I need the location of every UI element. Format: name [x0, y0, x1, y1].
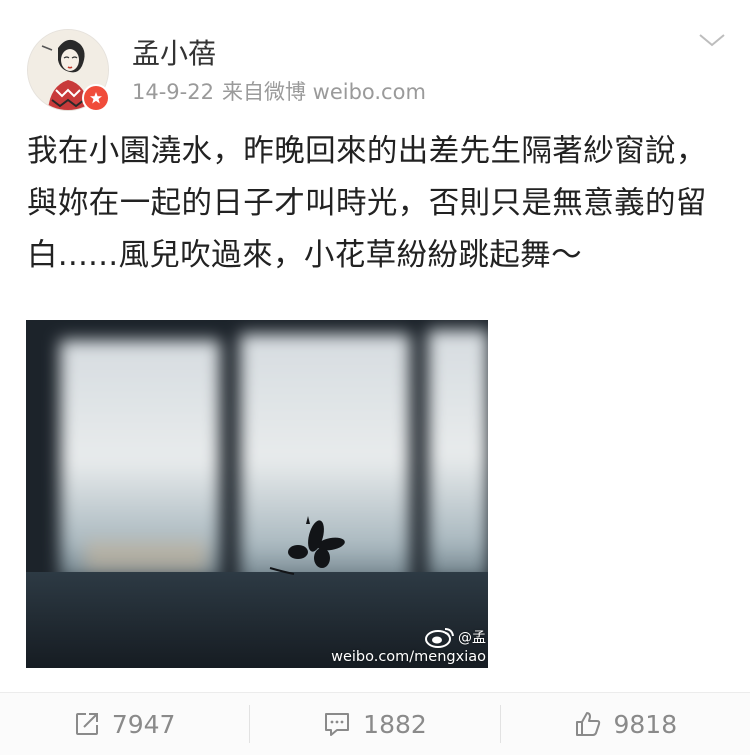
chevron-down-icon[interactable]: [697, 30, 727, 50]
repost-icon: [75, 713, 98, 735]
comment-count: 1882: [363, 709, 427, 739]
like-button[interactable]: 9818: [501, 693, 750, 755]
post-text: 我在小園澆水，昨晚回來的出差先生隔著紗窗說，與妳在一起的日子才叫時光，否則只是無…: [27, 134, 707, 273]
watermark-handle: @孟: [458, 630, 486, 646]
post-source[interactable]: 来自微博 weibo.com: [222, 80, 426, 104]
action-bar: 7947 1882 9818: [0, 692, 750, 755]
comment-button[interactable]: 1882: [250, 693, 499, 755]
repost-count: 7947: [111, 709, 176, 739]
post-meta: 14-9-22 来自微博 weibo.com: [132, 78, 426, 106]
like-count: 9818: [613, 709, 678, 739]
post-image[interactable]: @孟 weibo.com/mengxiao: [26, 320, 488, 668]
photo-scene: [26, 320, 488, 668]
comment-icon: [325, 713, 350, 736]
like-icon: [575, 712, 600, 736]
author-name[interactable]: 孟小蓓: [132, 36, 216, 72]
verified-badge-icon: [82, 84, 110, 112]
watermark-url: weibo.com/mengxiao: [331, 649, 486, 665]
post-date: 14-9-22: [132, 80, 214, 104]
weibo-logo-icon: [425, 628, 454, 648]
repost-button[interactable]: 7947: [0, 693, 249, 755]
image-watermark: @孟 weibo.com/mengxiao: [331, 626, 486, 665]
